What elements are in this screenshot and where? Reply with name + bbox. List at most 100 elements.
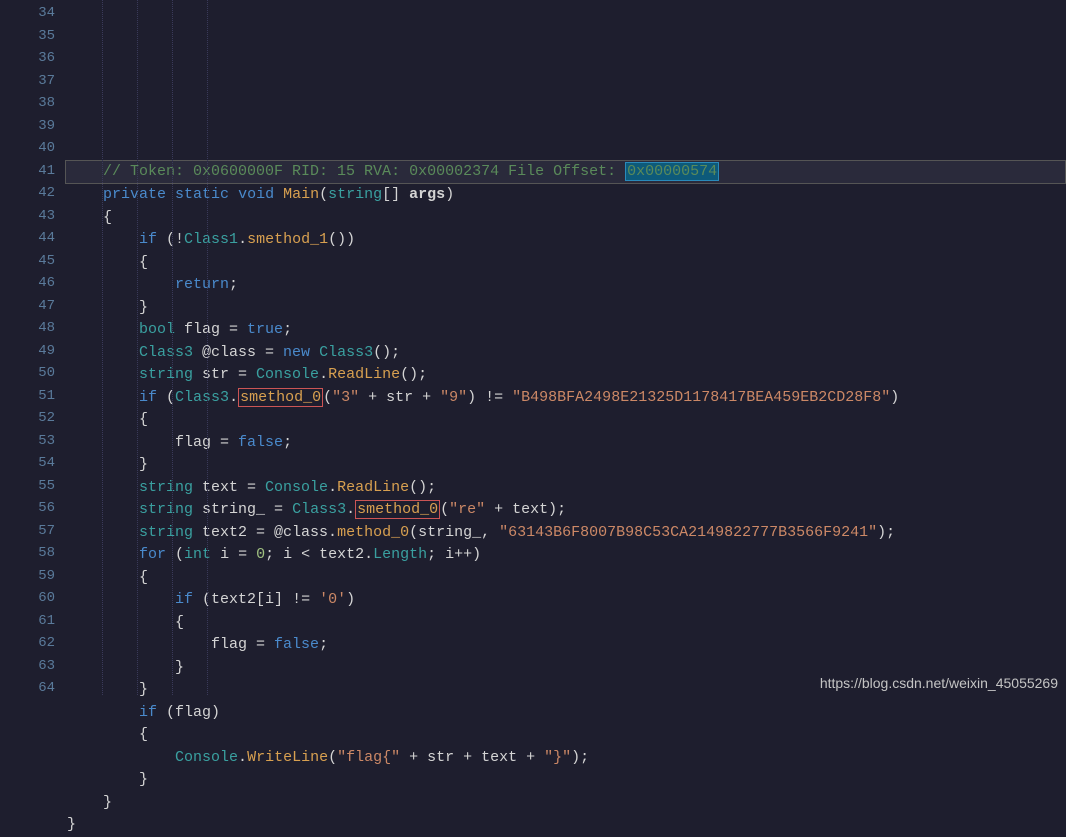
code-line[interactable]: // Token: 0x0600000F RID: 15 RVA: 0x0000…: [65, 160, 1066, 185]
line-number: 54: [0, 452, 55, 475]
code-line[interactable]: [67, 137, 1066, 160]
code-line[interactable]: flag = false;: [67, 432, 1066, 455]
indent-guide: [172, 0, 174, 695]
code-line[interactable]: }: [67, 792, 1066, 815]
code-line[interactable]: }: [67, 297, 1066, 320]
line-number: 58: [0, 542, 55, 565]
code-line[interactable]: if (Class3.smethod_0("3" + str + "9") !=…: [67, 387, 1066, 410]
code-token: ): [890, 389, 899, 406]
code-line[interactable]: {: [67, 567, 1066, 590]
code-line[interactable]: }: [67, 454, 1066, 477]
code-token: "B498BFA2498E21325D1178417BEA459EB2CD28F…: [512, 389, 890, 406]
code-token: {: [139, 411, 148, 428]
line-number: 64: [0, 677, 55, 700]
code-line[interactable]: string text = Console.ReadLine();: [67, 477, 1066, 500]
code-line[interactable]: if (!Class1.smethod_1()): [67, 229, 1066, 252]
code-token: flag =: [211, 636, 274, 653]
code-line[interactable]: Console.WriteLine("flag{" + str + text +…: [67, 747, 1066, 770]
code-token: string: [139, 501, 193, 518]
code-line[interactable]: flag = false;: [67, 634, 1066, 657]
code-token: Length: [373, 546, 427, 563]
code-token: '0': [319, 591, 346, 608]
line-number: 37: [0, 70, 55, 93]
code-line[interactable]: if (flag): [67, 702, 1066, 725]
code-token: Class1: [184, 231, 238, 248]
code-line[interactable]: if (text2[i] != '0'): [67, 589, 1066, 612]
code-token: {: [103, 209, 112, 226]
code-token: "63143B6F8007B98C53CA2149822777B3566F924…: [499, 524, 877, 541]
code-token: ();: [400, 366, 427, 383]
line-number: 59: [0, 565, 55, 588]
code-token: ): [445, 186, 454, 203]
code-line[interactable]: {: [67, 207, 1066, 230]
line-number: 60: [0, 587, 55, 610]
code-token: {: [139, 569, 148, 586]
code-token: .: [346, 501, 355, 518]
code-line[interactable]: {: [67, 724, 1066, 747]
code-token: string: [328, 186, 382, 203]
line-number: 39: [0, 115, 55, 138]
code-token: static: [175, 186, 229, 203]
code-token: .: [328, 479, 337, 496]
code-token: if: [139, 231, 157, 248]
line-number: 55: [0, 475, 55, 498]
code-token: (: [328, 749, 337, 766]
code-token: ): [346, 591, 355, 608]
code-line[interactable]: return;: [67, 274, 1066, 297]
line-number: 41: [0, 160, 55, 183]
code-token: .: [238, 231, 247, 248]
code-line[interactable]: {: [67, 612, 1066, 635]
code-token: if: [175, 591, 193, 608]
code-line[interactable]: for (int i = 0; i < text2.Length; i++): [67, 544, 1066, 567]
code-line[interactable]: string string_ = Class3.smethod_0("re" +…: [67, 499, 1066, 522]
code-line[interactable]: {: [67, 252, 1066, 275]
code-token: ;: [229, 276, 238, 293]
line-number: 47: [0, 295, 55, 318]
code-token: }: [103, 794, 112, 811]
code-token: Console: [265, 479, 328, 496]
indent-guide: [137, 0, 139, 695]
code-token: Class3: [319, 344, 373, 361]
line-number: 57: [0, 520, 55, 543]
code-token: (string_,: [409, 524, 499, 541]
code-token: .: [229, 389, 238, 406]
code-token: "flag{": [337, 749, 400, 766]
code-token: ()): [328, 231, 355, 248]
code-line[interactable]: private static void Main(string[] args): [67, 184, 1066, 207]
code-token: "3": [332, 389, 359, 406]
code-token: "re": [449, 501, 485, 518]
code-token: }: [67, 816, 76, 833]
line-number: 62: [0, 632, 55, 655]
line-number: 40: [0, 137, 55, 160]
code-line[interactable]: string str = Console.ReadLine();: [67, 364, 1066, 387]
code-token: Main: [283, 186, 319, 203]
line-number: 36: [0, 47, 55, 70]
code-token: ; i++): [427, 546, 481, 563]
code-token: new: [283, 344, 310, 361]
code-token: ;: [283, 321, 292, 338]
code-editor[interactable]: 3435363738394041424344454647484950515253…: [0, 0, 1066, 695]
code-line[interactable]: }: [67, 769, 1066, 792]
code-area[interactable]: // Token: 0x0600000F RID: 15 RVA: 0x0000…: [67, 0, 1066, 695]
code-token: + str + text +: [400, 749, 544, 766]
line-number: 48: [0, 317, 55, 340]
code-token: (: [440, 501, 449, 518]
code-line[interactable]: }: [67, 814, 1066, 837]
code-token: args: [409, 186, 445, 203]
line-number: 38: [0, 92, 55, 115]
code-token: method_0: [337, 524, 409, 541]
code-token: + str +: [359, 389, 440, 406]
line-number: 50: [0, 362, 55, 385]
code-line[interactable]: Class3 @class = new Class3();: [67, 342, 1066, 365]
code-line[interactable]: bool flag = true;: [67, 319, 1066, 342]
code-line[interactable]: {: [67, 409, 1066, 432]
code-token: );: [877, 524, 895, 541]
code-token: smethod_0: [238, 388, 323, 407]
line-number: 43: [0, 205, 55, 228]
code-token: bool: [139, 321, 175, 338]
code-token: ();: [409, 479, 436, 496]
code-token: + text);: [485, 501, 566, 518]
code-token: {: [139, 254, 148, 271]
code-line[interactable]: string text2 = @class.method_0(string_, …: [67, 522, 1066, 545]
code-token: }: [175, 659, 184, 676]
